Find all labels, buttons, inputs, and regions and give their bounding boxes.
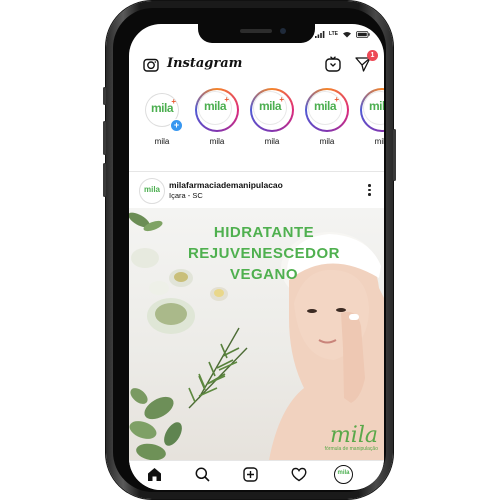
power-button xyxy=(393,129,396,181)
phone-screen: LTE Instagram 1 mila + + mila mila + mil… xyxy=(129,24,384,490)
avatar: mila + xyxy=(253,91,287,125)
post-location[interactable]: Içara - SC xyxy=(169,191,203,200)
plus-icon: + xyxy=(171,97,176,106)
front-camera xyxy=(280,28,286,34)
headline-line: REJUVENESCEDOR xyxy=(187,245,341,262)
battery-icon xyxy=(356,30,370,38)
mute-switch xyxy=(103,87,106,105)
profile-icon[interactable]: mila xyxy=(334,465,353,484)
avatar: mila + xyxy=(198,91,232,125)
phone-notch xyxy=(198,24,315,43)
divider xyxy=(129,171,384,172)
brand-watermark: mila fórmula de manipulação xyxy=(324,423,378,453)
search-icon[interactable] xyxy=(195,467,210,482)
story-username: mila xyxy=(374,137,384,146)
story-ring: mila + xyxy=(195,88,239,132)
activity-heart-icon[interactable] xyxy=(291,467,307,482)
new-post-icon[interactable] xyxy=(243,467,258,482)
story-item-own[interactable]: mila + + mila xyxy=(137,88,187,146)
stories-tray[interactable]: mila + + mila mila + mila mila + mila mi… xyxy=(129,88,384,168)
story-item[interactable]: mila + mila xyxy=(247,88,297,146)
earpiece-speaker xyxy=(240,29,272,33)
phone-frame: LTE Instagram 1 mila + + mila mila + mil… xyxy=(103,1,396,499)
plus-icon: + xyxy=(334,95,339,104)
volume-up-button xyxy=(103,121,106,155)
home-icon[interactable] xyxy=(147,467,162,482)
story-item[interactable]: mila mila xyxy=(357,88,384,146)
post-header: mila milafarmaciademanipulacao Içara - S… xyxy=(129,174,384,208)
watermark-subtitle: fórmula de manipulação xyxy=(324,446,378,452)
watermark-logo: mila xyxy=(329,423,378,448)
story-item[interactable]: mila + mila xyxy=(302,88,352,146)
post-avatar[interactable]: mila xyxy=(139,178,165,204)
post-image[interactable]: HIDRATANTE REJUVENESCEDOR VEGANO mila fó… xyxy=(129,208,384,460)
igtv-icon[interactable] xyxy=(325,56,341,72)
headline-line: VEGANO xyxy=(229,266,298,283)
wifi-icon xyxy=(343,31,351,37)
more-options-icon[interactable] xyxy=(368,184,372,198)
story-username: mila xyxy=(154,137,170,146)
plus-icon: + xyxy=(279,95,284,104)
dm-notification-badge: 1 xyxy=(367,50,378,61)
story-ring: mila xyxy=(360,88,384,132)
avatar-logo-text: mila xyxy=(368,99,384,113)
app-header: Instagram 1 xyxy=(129,50,384,80)
story-item[interactable]: mila + mila xyxy=(192,88,242,146)
story-ring: mila + xyxy=(305,88,349,132)
signal-icon xyxy=(314,30,325,38)
add-story-icon[interactable]: + xyxy=(170,119,183,132)
lte-icon: LTE xyxy=(328,31,338,37)
camera-icon[interactable] xyxy=(143,57,159,72)
stage: LTE Instagram 1 mila + + mila mila + mil… xyxy=(0,0,500,500)
avatar: mila + xyxy=(308,91,342,125)
story-username: mila xyxy=(264,137,280,146)
volume-down-button xyxy=(103,163,106,197)
app-title: Instagram xyxy=(167,56,243,71)
story-ring: mila + xyxy=(250,88,294,132)
post-headline: HIDRATANTE REJUVENESCEDOR VEGANO xyxy=(179,222,349,285)
profile-avatar-text: mila xyxy=(337,470,350,476)
avatar-logo-text: mila xyxy=(143,185,160,194)
headline-line: HIDRATANTE xyxy=(213,224,315,241)
bottom-tab-bar: mila xyxy=(129,460,384,490)
phone-bezel: LTE Instagram 1 mila + + mila mila + mil… xyxy=(113,8,386,492)
post-username[interactable]: milafarmaciademanipulacao xyxy=(169,180,283,190)
story-username: mila xyxy=(319,137,335,146)
story-username: mila xyxy=(209,137,225,146)
plus-icon: + xyxy=(224,95,229,104)
